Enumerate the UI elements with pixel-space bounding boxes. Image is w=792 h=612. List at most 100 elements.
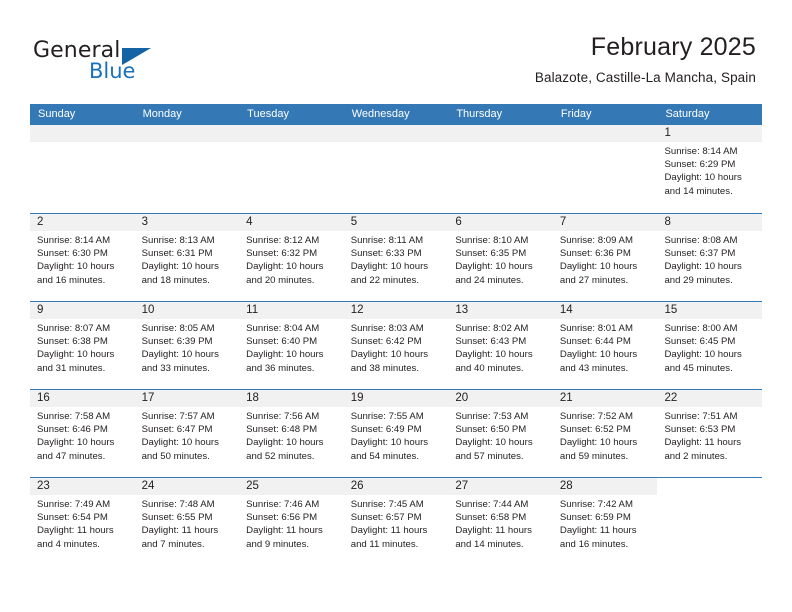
sunrise-text: Sunrise: 8:05 AM [141, 323, 215, 334]
calendar-day-cell[interactable]: 6 Sunrise: 8:10 AM Sunset: 6:35 PM Daylight… [448, 214, 553, 301]
sunrise-text: Sunrise: 8:11 AM [350, 235, 424, 246]
day-number: 18 [239, 390, 344, 407]
day-number [343, 125, 449, 142]
calendar-day-cell[interactable]: 9 Sunrise: 8:07 AM Sunset: 6:38 PM Daylight… [30, 302, 135, 389]
calendar-day-cell[interactable]: 13 Sunrise: 8:02 AM Sunset: 6:43 PM Dayligh… [448, 302, 553, 389]
sunrise-text: Sunrise: 8:12 AM [246, 235, 320, 246]
day-number: 21 [552, 390, 658, 407]
sunset-text: Sunset: 6:43 PM [455, 336, 527, 348]
calendar-day-cell[interactable]: 12 Sunrise: 8:03 AM Sunset: 6:42 PM Dayligh… [343, 302, 449, 389]
sunset-text: Sunset: 6:48 PM [246, 424, 318, 436]
sunset-text: Sunset: 6:42 PM [350, 336, 422, 348]
sunset-text: Sunset: 6:36 PM [559, 248, 631, 260]
calendar-empty-cell [239, 125, 344, 213]
daylight-text-line2: and 14 minutes. [455, 538, 524, 550]
calendar-day-cell[interactable]: 24 Sunrise: 7:48 AM Sunset: 6:55 PM Dayligh… [134, 478, 240, 565]
day-sun-info: Sunrise: 8:14 AM Sunset: 6:30 PM Daylight:… [30, 231, 135, 287]
daylight-text-line2: and 11 minutes. [350, 538, 419, 550]
calendar-day-cell[interactable]: 16 Sunrise: 7:58 AM Sunset: 6:46 PM Dayligh… [30, 390, 135, 477]
day-number: 28 [552, 478, 658, 495]
calendar-empty-cell [448, 125, 553, 213]
daylight-text-line2: and 31 minutes. [37, 362, 106, 374]
sunset-text: Sunset: 6:35 PM [455, 248, 527, 260]
calendar-day-cell[interactable]: 22 Sunrise: 7:51 AM Sunset: 6:53 PM Dayligh… [657, 390, 763, 477]
weekday-header-monday: Monday [142, 108, 182, 120]
calendar-day-cell[interactable]: 23 Sunrise: 7:49 AM Sunset: 6:54 PM Dayligh… [30, 478, 135, 565]
calendar-day-cell[interactable]: 14 Sunrise: 8:01 AM Sunset: 6:44 PM Dayligh… [552, 302, 658, 389]
daylight-text-line2: and 45 minutes. [664, 362, 733, 374]
sunset-text: Sunset: 6:49 PM [350, 424, 422, 436]
logo-text-blue: Blue [89, 59, 136, 83]
daylight-text-line1: Daylight: 10 hours [350, 261, 429, 273]
daylight-text-line2: and 27 minutes. [559, 274, 629, 286]
sunset-text: Sunset: 6:30 PM [37, 248, 108, 260]
calendar-day-cell[interactable]: 25 Sunrise: 7:46 AM Sunset: 6:56 PM Dayligh… [239, 478, 344, 565]
sunset-text: Sunset: 6:31 PM [141, 248, 213, 260]
sunset-text: Sunset: 6:57 PM [350, 512, 422, 524]
sunrise-text: Sunrise: 8:09 AM [559, 235, 633, 246]
daylight-text-line2: and 36 minutes. [246, 362, 315, 374]
sunset-text: Sunset: 6:53 PM [664, 424, 736, 436]
sunset-text: Sunset: 6:29 PM [664, 159, 736, 171]
daylight-text-line1: Daylight: 10 hours [141, 349, 219, 361]
calendar-day-cell[interactable]: 3 Sunrise: 8:13 AM Sunset: 6:31 PM Daylight… [134, 214, 240, 301]
sunrise-text: Sunrise: 7:55 AM [350, 411, 424, 422]
calendar-week-row: 16 Sunrise: 7:58 AM Sunset: 6:46 PM Dayligh… [30, 389, 763, 477]
sunset-text: Sunset: 6:37 PM [664, 248, 736, 260]
daylight-text-line1: Daylight: 10 hours [350, 437, 429, 449]
sunrise-text: Sunrise: 8:03 AM [350, 323, 424, 334]
sunset-text: Sunset: 6:38 PM [37, 336, 108, 348]
sunset-text: Sunset: 6:32 PM [246, 248, 318, 260]
day-sun-info: Sunrise: 7:51 AM Sunset: 6:53 PM Daylight:… [657, 407, 762, 463]
calendar-day-cell[interactable]: 10 Sunrise: 8:05 AM Sunset: 6:39 PM Dayligh… [134, 302, 240, 389]
daylight-text-line1: Daylight: 10 hours [455, 437, 533, 449]
day-sun-info: Sunrise: 7:46 AM Sunset: 6:56 PM Daylight:… [239, 495, 344, 551]
day-number: 7 [552, 214, 658, 231]
calendar-day-cell[interactable]: 19 Sunrise: 7:55 AM Sunset: 6:49 PM Dayligh… [343, 390, 449, 477]
calendar-day-cell[interactable]: 5 Sunrise: 8:11 AM Sunset: 6:33 PM Daylight… [343, 214, 449, 301]
calendar-day-cell[interactable]: 11 Sunrise: 8:04 AM Sunset: 6:40 PM Dayligh… [239, 302, 344, 389]
day-sun-info: Sunrise: 8:07 AM Sunset: 6:38 PM Daylight:… [30, 319, 135, 375]
location-subtitle: Balazote, Castille-La Mancha, Spain [534, 70, 756, 85]
calendar-grid: Sunday Monday Tuesday Wednesday Thursday… [30, 104, 763, 565]
calendar-day-cell[interactable]: 21 Sunrise: 7:52 AM Sunset: 6:52 PM Dayligh… [552, 390, 658, 477]
sunrise-text: Sunrise: 8:14 AM [664, 146, 738, 157]
daylight-text-line1: Daylight: 10 hours [246, 437, 324, 449]
day-number: 13 [448, 302, 553, 319]
daylight-text-line2: and 38 minutes. [350, 362, 420, 374]
sunrise-text: Sunrise: 8:14 AM [37, 235, 111, 246]
general-blue-logo[interactable]: General Blue [33, 38, 233, 90]
calendar-day-cell[interactable]: 26 Sunrise: 7:45 AM Sunset: 6:57 PM Dayligh… [343, 478, 449, 565]
day-number [448, 125, 553, 142]
calendar-day-cell[interactable]: 17 Sunrise: 7:57 AM Sunset: 6:47 PM Dayligh… [134, 390, 240, 477]
calendar-day-cell[interactable]: 8 Sunrise: 8:08 AM Sunset: 6:37 PM Daylight… [657, 214, 763, 301]
calendar-day-cell[interactable]: 4 Sunrise: 8:12 AM Sunset: 6:32 PM Daylight… [239, 214, 344, 301]
title-block: February 2025 Balazote, Castille-La Manc… [535, 32, 756, 86]
sunrise-text: Sunrise: 8:13 AM [141, 235, 215, 246]
calendar-day-cell[interactable]: 1 Sunrise: 8:14 AM Sunset: 6:29 PM Daylight… [657, 125, 763, 213]
daylight-text-line2: and 16 minutes. [37, 274, 106, 286]
calendar-day-cell[interactable]: 20 Sunrise: 7:53 AM Sunset: 6:50 PM Dayligh… [448, 390, 553, 477]
day-sun-info: Sunrise: 7:45 AM Sunset: 6:57 PM Daylight:… [344, 495, 449, 551]
daylight-text-line1: Daylight: 11 hours [350, 525, 428, 537]
sunrise-text: Sunrise: 7:58 AM [37, 411, 111, 422]
day-number: 19 [343, 390, 449, 407]
calendar-day-cell[interactable]: 28 Sunrise: 7:42 AM Sunset: 6:59 PM Dayligh… [552, 478, 658, 565]
calendar-day-cell[interactable]: 2 Sunrise: 8:14 AM Sunset: 6:30 PM Daylight… [30, 214, 135, 301]
day-sun-info: Sunrise: 8:14 AM Sunset: 6:29 PM Daylight:… [657, 142, 762, 198]
daylight-text-line1: Daylight: 10 hours [664, 172, 742, 184]
sunset-text: Sunset: 6:40 PM [246, 336, 318, 348]
calendar-week-row: 9 Sunrise: 8:07 AM Sunset: 6:38 PM Daylight… [30, 301, 763, 389]
day-number: 20 [448, 390, 553, 407]
day-number: 2 [30, 214, 135, 231]
sunrise-text: Sunrise: 7:44 AM [455, 499, 529, 510]
day-number: 11 [239, 302, 344, 319]
calendar-day-cell[interactable]: 7 Sunrise: 8:09 AM Sunset: 6:36 PM Daylight… [552, 214, 658, 301]
calendar-day-cell[interactable]: 27 Sunrise: 7:44 AM Sunset: 6:58 PM Dayligh… [448, 478, 553, 565]
day-number: 4 [239, 214, 344, 231]
day-sun-info: Sunrise: 8:09 AM Sunset: 6:36 PM Daylight:… [553, 231, 658, 287]
calendar-day-cell[interactable]: 18 Sunrise: 7:56 AM Sunset: 6:48 PM Dayligh… [239, 390, 344, 477]
sunrise-text: Sunrise: 7:56 AM [246, 411, 320, 422]
calendar-day-cell[interactable]: 15 Sunrise: 8:00 AM Sunset: 6:45 PM Dayligh… [657, 302, 763, 389]
daylight-text-line2: and 47 minutes. [37, 450, 106, 462]
